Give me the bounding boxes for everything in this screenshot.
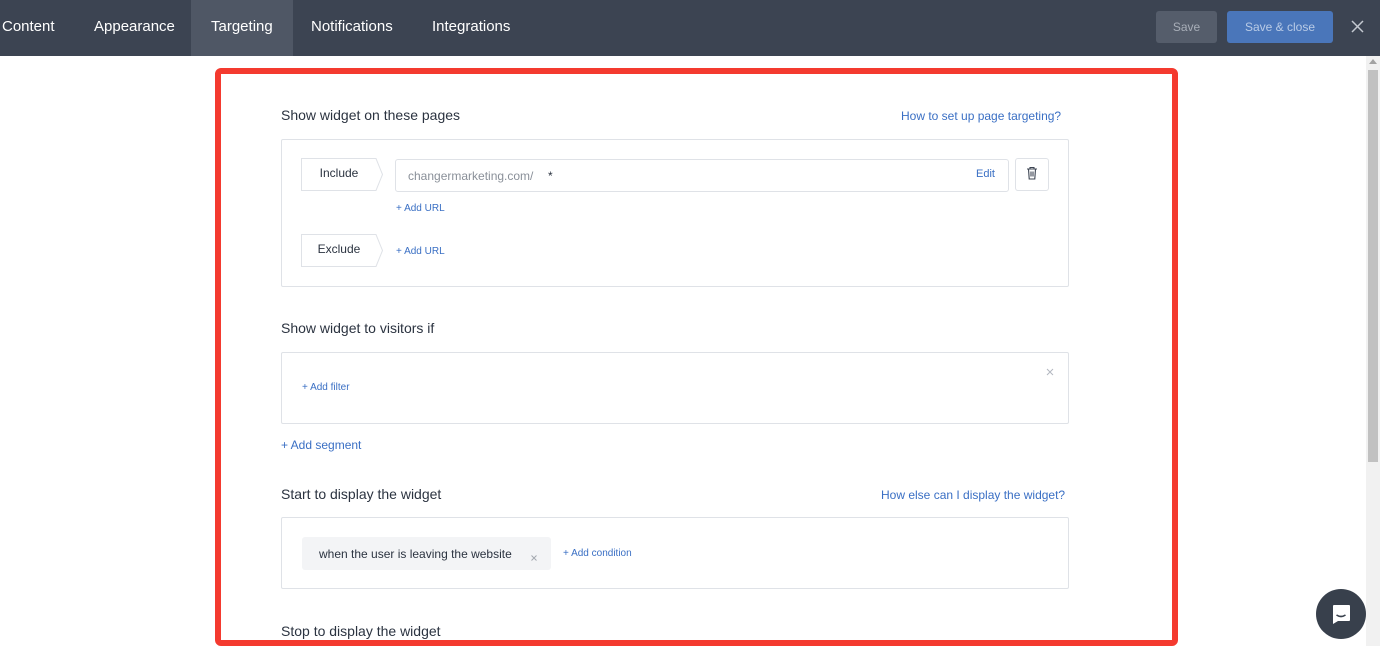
scroll-up-arrow-icon[interactable] bbox=[1369, 59, 1377, 64]
stop-display-title: Stop to display the widget bbox=[281, 623, 441, 639]
add-condition-link[interactable]: + Add condition bbox=[563, 548, 632, 559]
tab-content[interactable]: Content bbox=[0, 0, 75, 56]
delete-rule-button[interactable] bbox=[1015, 158, 1049, 191]
tab-notifications[interactable]: Notifications bbox=[291, 0, 413, 56]
tab-appearance[interactable]: Appearance bbox=[74, 0, 195, 56]
chat-launcher-button[interactable] bbox=[1316, 589, 1366, 639]
start-display-title: Start to display the widget bbox=[281, 486, 442, 502]
page-targeting-help-link[interactable]: How to set up page targeting? bbox=[901, 109, 1061, 123]
add-url-exclude-link[interactable]: + Add URL bbox=[396, 246, 445, 257]
visitors-filter-panel bbox=[281, 352, 1069, 424]
scrollbar[interactable] bbox=[1366, 56, 1380, 646]
close-icon[interactable] bbox=[1045, 364, 1055, 376]
add-url-include-link[interactable]: + Add URL bbox=[396, 203, 445, 214]
tab-integrations[interactable]: Integrations bbox=[412, 0, 530, 56]
save-button[interactable]: Save bbox=[1156, 11, 1217, 43]
include-url-field[interactable]: changermarketing.com/ * Edit bbox=[395, 159, 1009, 192]
chat-icon bbox=[1333, 605, 1350, 624]
scroll-thumb[interactable] bbox=[1368, 70, 1378, 462]
add-segment-link[interactable]: + Add segment bbox=[281, 438, 361, 452]
include-url-value: changermarketing.com/ bbox=[408, 169, 534, 183]
condition-chip[interactable]: when the user is leaving the website bbox=[302, 537, 551, 570]
exclude-rule-label[interactable]: Exclude bbox=[301, 234, 383, 267]
add-filter-link[interactable]: + Add filter bbox=[302, 382, 350, 393]
edit-url-button[interactable]: Edit bbox=[976, 168, 995, 180]
close-icon[interactable] bbox=[1347, 16, 1369, 38]
display-help-link[interactable]: How else can I display the widget? bbox=[881, 488, 1065, 502]
include-rule-label[interactable]: Include bbox=[301, 158, 383, 191]
trash-icon bbox=[1027, 166, 1037, 180]
page-targeting-title: Show widget on these pages bbox=[281, 107, 461, 123]
top-bar: Content Appearance Targeting Notificatio… bbox=[0, 0, 1380, 56]
exclude-label: Exclude bbox=[317, 242, 361, 256]
tab-targeting[interactable]: Targeting bbox=[191, 0, 293, 56]
condition-chip-label: when the user is leaving the website bbox=[319, 547, 512, 561]
remove-condition-icon[interactable] bbox=[530, 549, 538, 561]
include-label: Include bbox=[319, 166, 359, 180]
include-url-wildcard: * bbox=[548, 169, 553, 183]
save-and-close-button[interactable]: Save & close bbox=[1227, 11, 1333, 43]
visitors-title: Show widget to visitors if bbox=[281, 320, 435, 336]
